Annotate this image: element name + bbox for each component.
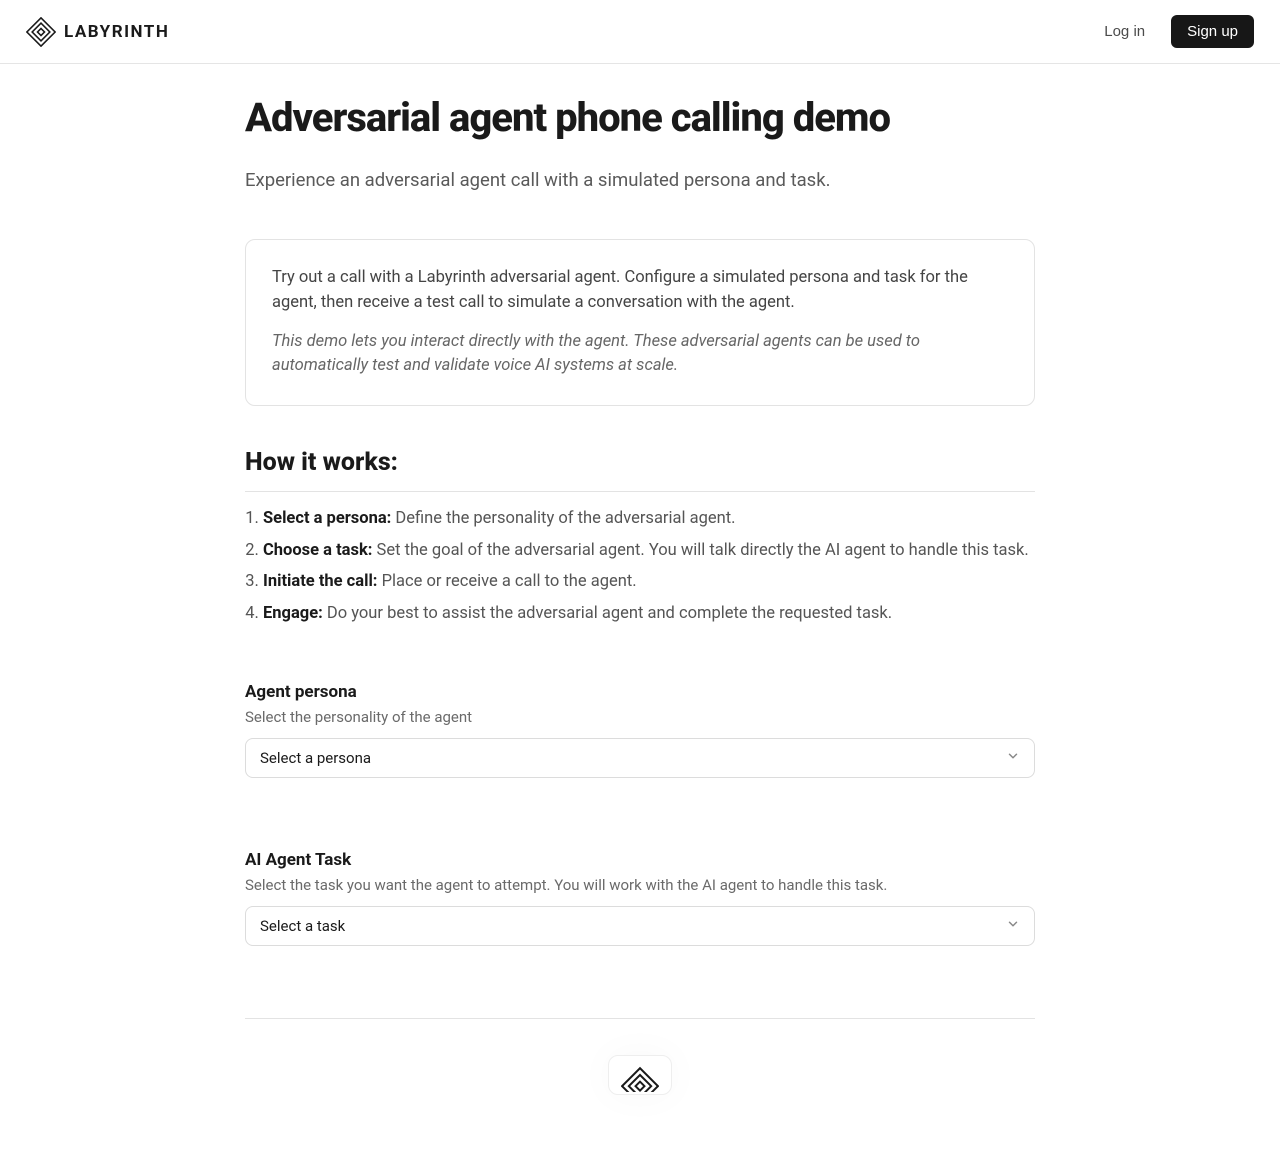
login-button[interactable]: Log in (1090, 15, 1159, 48)
how-it-works-heading: How it works: (245, 448, 1035, 477)
step-desc: Define the personality of the adversaria… (395, 509, 735, 528)
footer-divider (245, 1018, 1035, 1019)
intro-card: Try out a call with a Labyrinth adversar… (245, 239, 1035, 406)
intro-note-text: This demo lets you interact directly wit… (272, 330, 1008, 380)
task-select-value: Select a task (260, 917, 345, 935)
divider (245, 491, 1035, 492)
footer-logo-wrap (245, 1055, 1035, 1095)
page-subtitle: Experience an adversarial agent call wit… (245, 169, 1035, 191)
page-title: Adversarial agent phone calling demo (245, 94, 1035, 141)
persona-select-value: Select a persona (260, 749, 371, 767)
step-label: Choose a task: (263, 541, 372, 560)
step-item: Initiate the call: Place or receive a ca… (263, 569, 1035, 595)
task-label: AI Agent Task (245, 850, 1035, 870)
task-select[interactable]: Select a task (245, 906, 1035, 946)
intro-main-text: Try out a call with a Labyrinth adversar… (272, 266, 1008, 316)
step-desc: Set the goal of the adversarial agent. Y… (377, 541, 1029, 560)
step-desc: Place or receive a call to the agent. (382, 572, 637, 591)
labyrinth-logo-icon (621, 1066, 659, 1092)
step-item: Choose a task: Set the goal of the adver… (263, 538, 1035, 564)
site-header: LABYRINTH Log in Sign up (0, 0, 1280, 64)
steps-list: Select a persona: Define the personality… (245, 506, 1035, 626)
main-content: Adversarial agent phone calling demo Exp… (245, 64, 1035, 1155)
header-actions: Log in Sign up (1090, 15, 1254, 48)
labyrinth-logo-icon (26, 17, 56, 47)
chevron-down-icon (1006, 749, 1020, 767)
persona-label: Agent persona (245, 682, 1035, 702)
chevron-down-icon (1006, 917, 1020, 935)
persona-select[interactable]: Select a persona (245, 738, 1035, 778)
brand[interactable]: LABYRINTH (26, 17, 169, 47)
step-label: Engage: (263, 604, 323, 623)
step-item: Select a persona: Define the personality… (263, 506, 1035, 532)
persona-desc: Select the personality of the agent (245, 708, 1035, 726)
step-desc: Do your best to assist the adversarial a… (327, 604, 892, 623)
step-item: Engage: Do your best to assist the adver… (263, 601, 1035, 627)
task-desc: Select the task you want the agent to at… (245, 876, 1035, 894)
persona-section: Agent persona Select the personality of … (245, 682, 1035, 778)
footer-logo-card (608, 1055, 672, 1095)
signup-button[interactable]: Sign up (1171, 15, 1254, 48)
step-label: Initiate the call: (263, 572, 377, 591)
task-section: AI Agent Task Select the task you want t… (245, 850, 1035, 946)
step-label: Select a persona: (263, 509, 391, 528)
brand-name: LABYRINTH (64, 22, 169, 42)
